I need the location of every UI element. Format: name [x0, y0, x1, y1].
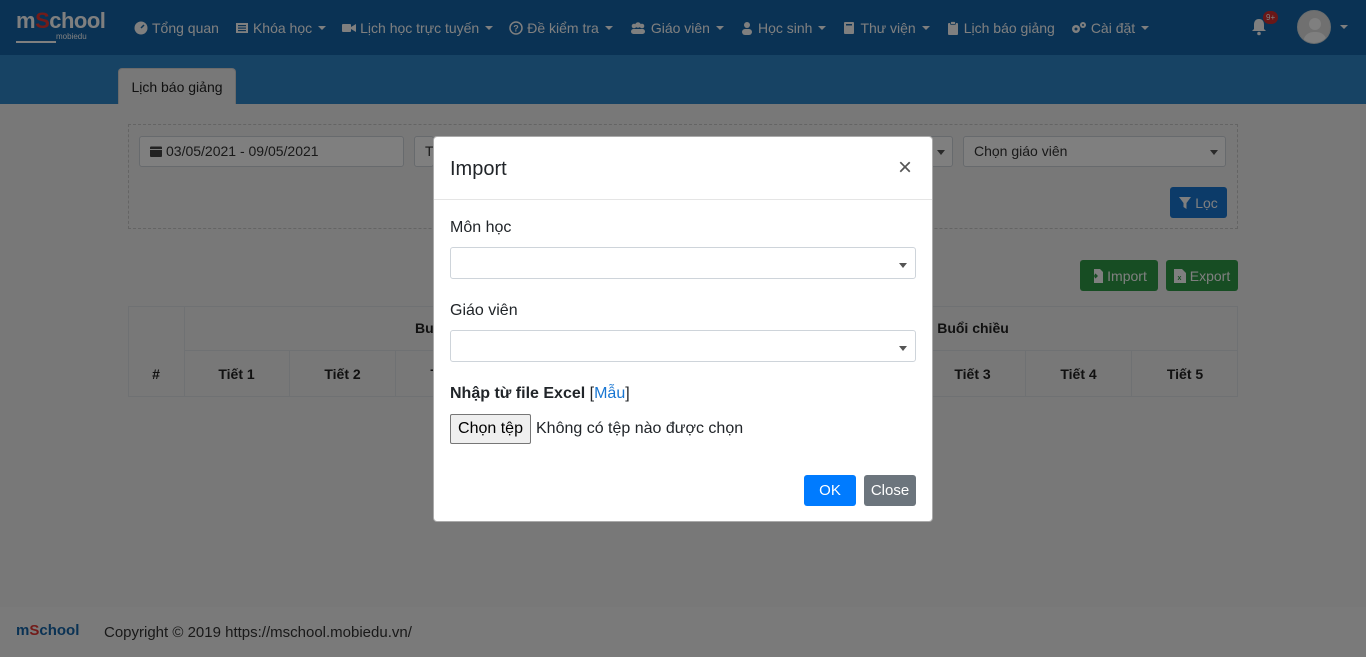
teacher-select[interactable]	[450, 330, 916, 362]
subject-label: Môn học	[450, 219, 512, 236]
excel-file-label-text: Nhập từ file Excel	[450, 385, 586, 402]
chevron-down-icon	[899, 346, 907, 351]
modal-header: Import ×	[434, 137, 932, 200]
file-status: Không có tệp nào được chọn	[536, 420, 744, 437]
choose-file-button[interactable]: Chọn tệp	[450, 414, 531, 444]
close-button[interactable]: Close	[864, 475, 916, 506]
teacher-label: Giáo viên	[450, 302, 518, 319]
template-link[interactable]: Mẫu	[594, 385, 625, 402]
subject-select[interactable]	[450, 247, 916, 279]
chevron-down-icon	[899, 263, 907, 268]
template-link-wrap: [Mẫu]	[589, 385, 630, 402]
ok-button[interactable]: OK	[804, 475, 856, 506]
modal-title: Import	[450, 158, 507, 180]
close-icon[interactable]: ×	[898, 156, 912, 180]
excel-file-label: Nhập từ file Excel [Mẫu]	[450, 385, 630, 403]
import-modal: Import × Môn học Giáo viên Nhập từ file …	[433, 136, 933, 522]
